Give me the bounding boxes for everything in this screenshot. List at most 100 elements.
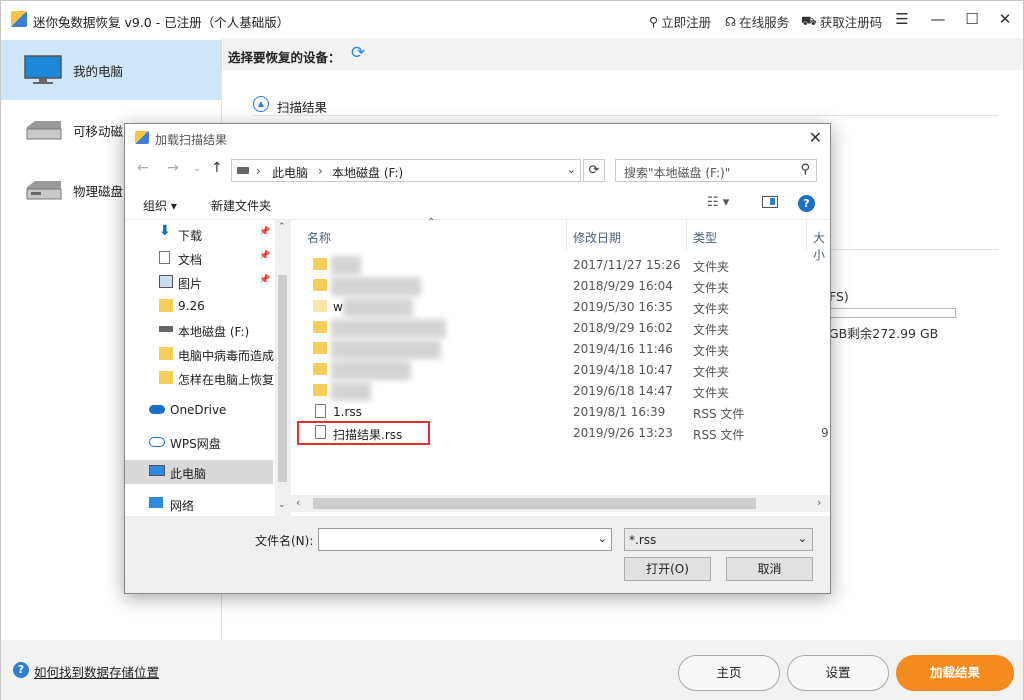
picture-icon [159,275,173,288]
file-row[interactable]: 2018/9/29 16:04 文件夹 [291,276,811,297]
hard-disk-icon [26,181,62,200]
file-row[interactable]: w 2019/5/30 16:35 文件夹 [291,297,811,318]
open-button[interactable]: 打开(O) [624,557,711,581]
sort-up-icon: ⌃ [427,217,436,228]
nav-item-onedrive[interactable]: OneDrive [125,398,273,422]
file-row[interactable]: 2018/9/29 16:02 文件夹 [291,318,811,339]
file-row[interactable]: 2019/6/18 14:47 文件夹 [291,381,811,402]
nav-scroll-thumb[interactable] [278,275,287,482]
nav-item-downloads[interactable]: ⬇ 下载 📌 [125,222,273,246]
divider [831,249,998,250]
nav-item-pictures[interactable]: 图片 📌 [125,270,273,294]
monitor-icon [24,55,62,84]
file-row[interactable]: 1.rss 2019/8/1 16:39 RSS 文件 [291,402,811,423]
up-arrow-icon[interactable]: ↑ [211,160,223,176]
removable-drive-icon [26,121,62,140]
horizontal-scroll-thumb[interactable] [313,498,756,509]
refresh-icon[interactable]: ⟳ [351,44,369,62]
file-row[interactable]: 2019/4/16 11:46 文件夹 [291,339,811,360]
scroll-up-icon[interactable]: ⌃ [278,222,286,232]
organize-button[interactable]: 组织 ▾ [143,197,177,214]
bottom-bar: ? 如何找到数据存储位置 主页 设置 加载结果 [1,640,1023,700]
drive-icon [159,326,173,332]
file-row[interactable]: 2017/11/27 15:26 文件夹 [291,255,811,276]
drive-icon [237,167,249,174]
register-link[interactable]: ⚲ 立即注册 [649,12,711,31]
folder-icon [159,299,173,312]
folder-icon [313,321,327,333]
settings-button[interactable]: 设置 [787,655,889,691]
breadcrumb-this-pc[interactable]: 此电脑 [272,164,308,181]
online-service-link[interactable]: ☊ 在线服务 [725,12,789,31]
column-size[interactable]: 大小 [807,220,830,262]
home-button[interactable]: 主页 [678,655,780,691]
collapse-icon[interactable]: ▲ [253,96,269,112]
title-bar: 迷你兔数据恢复 v9.0 - 已注册（个人基础版） ⚲ 立即注册 ☊ 在线服务 ⛟ 获… [1,1,1023,38]
navigation-pane: ⬇ 下载 📌 文档 📌 图片 📌 9.26 本地磁盘 (F:) 电脑中病毒而造成 怎样在… [125,220,290,516]
breadcrumb-drive-f[interactable]: 本地磁盘 (F:) [332,164,403,181]
folder-icon [159,347,173,360]
breadcrumb-sep-icon: › [318,164,323,178]
nav-item-folder-926[interactable]: 9.26 [125,294,273,318]
folder-icon [313,279,327,291]
horizontal-scrollbar[interactable]: ‹ › [291,495,830,512]
app-window: 迷你兔数据恢复 v9.0 - 已注册（个人基础版） ⚲ 立即注册 ☊ 在线服务 ⛟ 获… [0,0,1024,700]
nav-item-wps[interactable]: WPS网盘 [125,430,273,454]
headset-icon: ☊ [725,14,737,29]
scroll-down-icon[interactable]: ⌄ [278,500,286,510]
nav-item-drive-f[interactable]: 本地磁盘 (F:) [125,318,273,342]
scroll-right-icon[interactable]: › [817,496,821,509]
load-scan-dialog: 加载扫描结果 ✕ ← → ⌄ ↑ › 此电脑 › 本地磁盘 (F:) ⌄ ⟳ 搜… [124,123,831,594]
sidebar-item-my-computer[interactable]: 我的电脑 [1,40,222,100]
address-bar[interactable]: › 此电脑 › 本地磁盘 (F:) ⌄ [231,159,581,182]
nav-item-folder-recover[interactable]: 怎样在电脑上恢复 [125,366,274,390]
back-arrow-icon[interactable]: ← [137,160,149,176]
filetype-select[interactable]: *.rss ⌄ [624,528,813,551]
column-name[interactable]: 名称 ⌃ [291,217,567,250]
chevron-down-icon[interactable]: ⌄ [567,163,576,176]
window-title: 迷你兔数据恢复 v9.0 - 已注册（个人基础版） [33,15,290,30]
folder-icon [313,258,327,270]
file-row[interactable]: 2019/4/18 10:47 文件夹 [291,360,811,381]
nav-item-this-pc[interactable]: 此电脑 [125,460,273,484]
dialog-nav-bar: ← → ⌄ ↑ › 此电脑 › 本地磁盘 (F:) ⌄ ⟳ 搜索"本地磁盘 (F… [125,152,830,188]
device-title: 选择要恢复的设备： [228,50,341,65]
search-input[interactable]: 搜索"本地磁盘 (F:)" ⚲ [615,159,817,182]
refresh-icon[interactable]: ⟳ [583,159,605,182]
filename-label: 文件名(N): [255,534,314,548]
forward-arrow-icon[interactable]: → [167,160,179,176]
scroll-left-icon[interactable]: ‹ [296,496,300,509]
new-folder-button[interactable]: 新建文件夹 [211,197,271,214]
partition-fs-text: FS) [829,289,849,304]
help-link[interactable]: 如何找到数据存储位置 [34,662,159,681]
partition-free-text: GB剩余272.99 GB [829,326,939,341]
column-date[interactable]: 修改日期 [567,220,687,250]
dialog-close-icon[interactable]: ✕ [809,128,822,147]
preview-pane-icon[interactable] [762,196,778,208]
minimize-icon[interactable]: — [927,9,949,29]
filename-input[interactable]: ⌄ [318,528,612,551]
view-options-icon[interactable]: ☷ ▾ [707,195,729,210]
load-results-button[interactable]: 加载结果 [896,655,1014,691]
file-row-selected[interactable]: 扫描结果.rss 2019/9/26 13:23 RSS 文件 9 [291,421,829,445]
folder-icon [313,384,327,396]
breadcrumb-sep-icon: › [256,164,261,178]
nav-item-documents[interactable]: 文档 📌 [125,246,273,270]
scan-result-section[interactable]: ▲ 扫描结果 [253,96,998,116]
column-type[interactable]: 类型 [687,220,807,250]
chevron-down-icon[interactable]: ⌄ [798,532,807,545]
scan-result-label: 扫描结果 [277,100,328,115]
maximize-icon[interactable]: ☐ [961,9,983,29]
close-icon[interactable]: ✕ [994,9,1016,29]
get-code-link[interactable]: ⛟ 获取注册码 [801,12,882,31]
help-icon[interactable]: ? [798,195,815,212]
nav-item-network[interactable]: 网络 [125,492,273,516]
nav-scrollbar[interactable]: ⌃ ⌄ [275,220,290,516]
chevron-down-icon[interactable]: ⌄ [598,532,607,545]
folder-icon [313,342,327,354]
menu-icon[interactable]: ☰ [891,9,913,29]
file-list: 名称 ⌃ 修改日期 类型 大小 2017/11/27 15:26 文件夹 2018/… [291,217,830,516]
nav-item-folder-virus[interactable]: 电脑中病毒而造成 [125,342,274,366]
cancel-button[interactable]: 取消 [726,557,813,581]
recent-dropdown-icon[interactable]: ⌄ [193,163,201,174]
